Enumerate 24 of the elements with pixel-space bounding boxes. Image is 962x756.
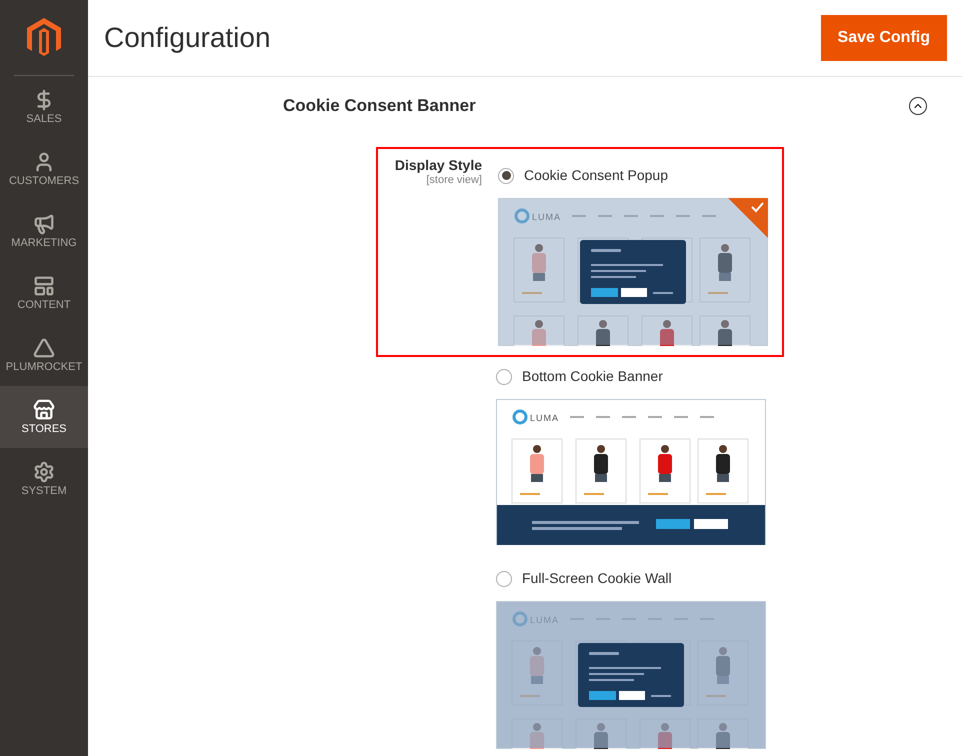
store-icon bbox=[33, 399, 55, 421]
sidebar-item[interactable]: CUSTOMERS bbox=[0, 138, 88, 200]
radio-option[interactable]: Cookie Consent Popup bbox=[498, 164, 782, 188]
settings-icon bbox=[33, 461, 55, 483]
sidebar-item[interactable]: MARKETING bbox=[0, 200, 88, 262]
sidebar-item[interactable]: STORES bbox=[0, 386, 88, 448]
radio-option[interactable]: Bottom Cookie Banner bbox=[496, 364, 782, 388]
sidebar-item[interactable]: SYSTEM bbox=[0, 448, 88, 510]
save-config-button[interactable]: Save Config bbox=[820, 15, 947, 61]
preview-drawing: LUMA bbox=[496, 398, 766, 544]
pyramid-icon bbox=[33, 337, 55, 359]
radio-option[interactable]: Full-Screen Cookie Wall bbox=[496, 566, 782, 590]
page-title: Configuration bbox=[104, 21, 271, 55]
section-title: Cookie Consent Banner bbox=[283, 95, 476, 117]
scope-label: [store view] bbox=[426, 174, 482, 186]
collapse-button[interactable] bbox=[909, 96, 927, 115]
sidebar-item[interactable]: SALES bbox=[0, 76, 88, 138]
sidebar-item[interactable]: CONTENT bbox=[0, 262, 88, 324]
sidebar-item[interactable]: PLUMROCKET bbox=[0, 324, 88, 386]
preview-drawing: LUMA bbox=[498, 198, 768, 346]
logo-icon bbox=[27, 18, 61, 58]
field-label: Display Style bbox=[394, 156, 482, 174]
layout-icon bbox=[33, 275, 55, 297]
megaphone-icon bbox=[33, 213, 55, 235]
